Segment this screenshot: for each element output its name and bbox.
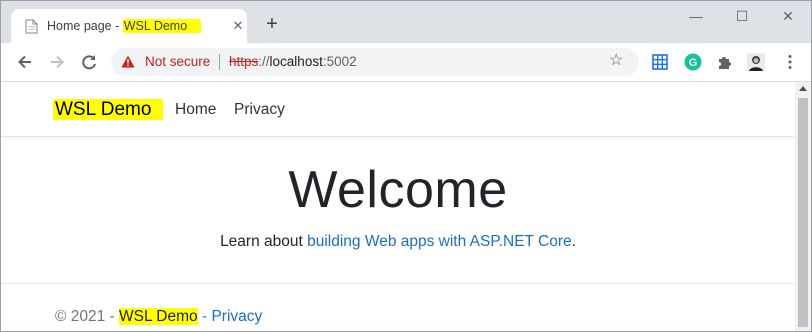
page-content: WSL Demo Home Privacy Welcome Learn abou… (1, 82, 795, 331)
address-divider (219, 54, 220, 70)
nav-home-link[interactable]: Home (175, 101, 216, 119)
browser-window: Home page - WSL Demo ✕ + — ☐ ✕ Not secur… (0, 0, 812, 332)
url-host: localhost (269, 54, 323, 69)
menu-dots-icon[interactable] (781, 53, 799, 71)
site-navbar: WSL Demo Home Privacy (1, 82, 795, 137)
grid-extension-icon[interactable] (651, 53, 669, 71)
new-tab-button[interactable]: + (263, 14, 281, 34)
vertical-scrollbar[interactable] (795, 82, 811, 331)
tab-home-page[interactable]: Home page - WSL Demo ✕ (11, 9, 247, 43)
profile-avatar[interactable] (747, 53, 765, 71)
footer-brand: WSL Demo (118, 308, 198, 325)
welcome-heading: Welcome (288, 161, 508, 219)
lead-paragraph: Learn about building Web apps with ASP.N… (220, 233, 576, 250)
page-icon (25, 19, 38, 34)
extensions-puzzle-icon[interactable] (716, 53, 734, 71)
footer-privacy-link[interactable]: Privacy (211, 308, 262, 325)
site-footer: © 2021 - WSL Demo - Privacy (1, 283, 795, 331)
close-window-button[interactable]: ✕ (773, 7, 803, 25)
site-brand[interactable]: WSL Demo (53, 99, 164, 121)
scroll-up-arrow-icon[interactable] (799, 86, 807, 91)
address-bar[interactable]: Not secure https://localhost:5002 ☆ (111, 48, 639, 76)
url-scheme: https (229, 54, 259, 69)
browser-toolbar: Not secure https://localhost:5002 ☆ G (1, 43, 811, 82)
nav-privacy-link[interactable]: Privacy (234, 101, 285, 119)
warning-triangle-icon (121, 55, 135, 68)
footer-text: © 2021 - WSL Demo - Privacy (55, 308, 263, 325)
forward-arrow-icon[interactable] (47, 52, 67, 72)
bookmark-star-icon[interactable]: ☆ (609, 53, 625, 69)
not-secure-label[interactable]: Not secure (145, 54, 210, 69)
svg-text:G: G (689, 57, 698, 69)
tab-strip: Home page - WSL Demo ✕ + — ☐ ✕ (1, 1, 811, 43)
scrollbar-thumb[interactable] (798, 98, 808, 327)
maximize-button[interactable]: ☐ (727, 7, 757, 25)
grammarly-icon[interactable]: G (684, 53, 702, 71)
tab-close-icon[interactable]: ✕ (231, 19, 245, 33)
back-arrow-icon[interactable] (15, 52, 35, 72)
tab-title: Home page - WSL Demo (47, 19, 202, 33)
aspnet-docs-link[interactable]: building Web apps with ASP.NET Core (307, 233, 572, 250)
tab-title-highlight: WSL Demo (122, 19, 202, 33)
reload-icon[interactable] (79, 52, 99, 72)
minimize-button[interactable]: — (681, 7, 711, 25)
url-text[interactable]: https://localhost:5002 (229, 54, 357, 69)
